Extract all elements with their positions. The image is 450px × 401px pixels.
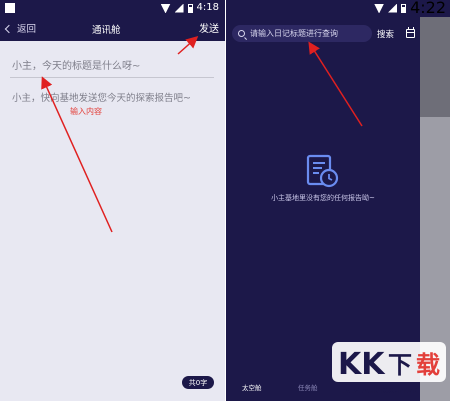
tab-space-capsule[interactable]: 太空舱 xyxy=(242,382,262,392)
left-phone-screen: 4:18 返回 通讯舱 发送 小主，今天的标题是什么呀~ 小主，快向基地发送您今… xyxy=(0,0,225,401)
status-indicators: 4:18 xyxy=(161,2,219,14)
svg-text:下: 下 xyxy=(388,351,412,379)
signal-icon xyxy=(174,3,184,13)
status-bar: 4:18 xyxy=(0,0,225,17)
nav-bar: 返回 通讯舱 发送 xyxy=(0,17,225,41)
watermark-logo: KK 下 载 xyxy=(332,342,446,382)
annotation-label: 输入内容 xyxy=(70,107,102,116)
title-input[interactable]: 小主，今天的标题是什么呀~ xyxy=(12,57,212,72)
status-indicators: 4:22 xyxy=(374,0,446,17)
page-title: 通讯舱 xyxy=(92,25,121,36)
calendar-icon[interactable] xyxy=(406,27,415,38)
wifi-icon xyxy=(374,4,384,13)
notification-icon xyxy=(5,3,15,13)
tab-task-capsule[interactable]: 任务舱 xyxy=(298,382,318,392)
report-clock-icon xyxy=(306,154,339,188)
chevron-left-icon xyxy=(4,24,14,33)
battery-icon xyxy=(187,3,193,13)
search-button[interactable]: 搜索 xyxy=(377,28,394,40)
svg-text:载: 载 xyxy=(416,351,440,379)
empty-state-message: 小主基地里没有您的任何报告呦~ xyxy=(271,194,375,202)
wifi-icon xyxy=(161,4,171,13)
divider xyxy=(10,77,214,78)
status-bar: 4:22 xyxy=(226,0,450,17)
send-button[interactable]: 发送 xyxy=(199,20,219,35)
watermark: KK 下 载 www.kkx.net xyxy=(330,340,448,400)
watermark-url: www.kkx.net xyxy=(342,385,418,396)
back-button[interactable]: 返回 xyxy=(4,21,37,35)
back-label: 返回 xyxy=(17,24,37,35)
signal-icon xyxy=(388,3,398,13)
status-time: 4:22 xyxy=(410,0,446,17)
status-time: 4:18 xyxy=(196,2,219,13)
char-count-badge: 共0字 xyxy=(182,376,214,389)
search-placeholder: 请输入日记标题进行查询 xyxy=(250,29,338,38)
search-icon xyxy=(238,30,245,37)
search-input[interactable]: 请输入日记标题进行查询 xyxy=(232,25,372,42)
svg-text:KK: KK xyxy=(338,347,386,382)
content-input[interactable]: 小主，快向基地发送您今天的探索报告吧~ xyxy=(12,90,222,104)
battery-icon xyxy=(401,3,407,13)
